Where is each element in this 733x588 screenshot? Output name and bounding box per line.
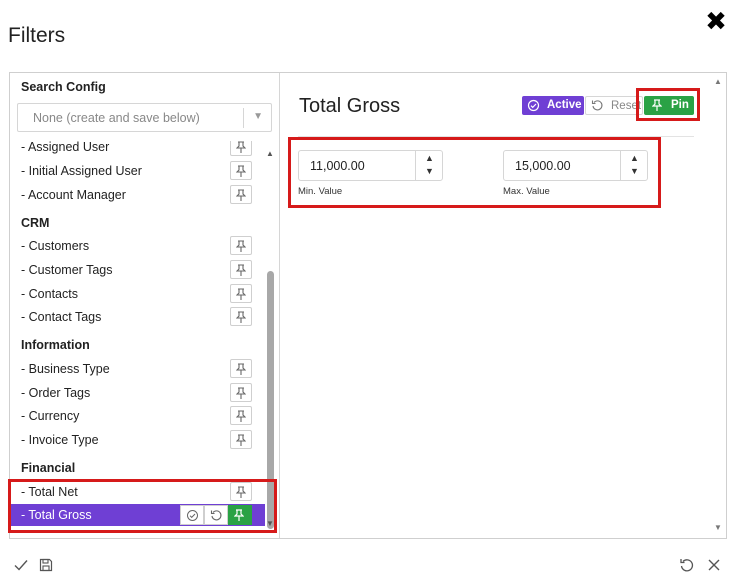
scroll-down-icon[interactable]: ▼ — [714, 523, 722, 532]
reset-filter-button[interactable]: Reset — [585, 96, 643, 115]
pin-icon — [236, 165, 246, 177]
highlight-range-inputs — [288, 137, 661, 208]
pin-button[interactable] — [230, 359, 252, 378]
pin-icon — [236, 240, 246, 252]
pin-button[interactable] — [230, 383, 252, 402]
list-item[interactable]: - Assigned User — [10, 141, 265, 158]
pin-icon — [236, 387, 246, 399]
active-status-button[interactable]: Active — [522, 96, 584, 115]
highlight-pin-button — [636, 88, 700, 121]
pin-button[interactable] — [230, 236, 252, 255]
search-config-value: None (create and save below) — [33, 111, 200, 125]
highlight-financial-rows — [8, 479, 277, 533]
list-item-label: - Customers — [21, 239, 90, 253]
list-item-label: - Contact Tags — [21, 310, 102, 324]
pin-icon — [236, 189, 246, 201]
list-item[interactable]: - Account Manager — [10, 184, 265, 206]
pin-button[interactable] — [230, 161, 252, 180]
filter-list: - Assigned User - Initial Assigned User … — [10, 141, 265, 532]
select-separator — [243, 108, 244, 128]
dialog-title: Filters — [8, 24, 66, 47]
list-item[interactable]: - Invoice Type — [10, 429, 265, 451]
active-label: Active — [547, 99, 582, 111]
pin-button[interactable] — [230, 141, 252, 156]
close-icon: ✖ — [705, 6, 727, 36]
list-item[interactable]: - Contacts — [10, 283, 265, 305]
list-scrollbar[interactable]: ▲ ▼ — [266, 141, 276, 532]
list-item-label: - Currency — [21, 409, 80, 423]
list-item[interactable]: - Order Tags — [10, 382, 265, 404]
close-icon — [708, 559, 720, 571]
pin-icon — [236, 288, 246, 300]
pin-button[interactable] — [230, 284, 252, 303]
pin-icon — [236, 410, 246, 422]
pin-button[interactable] — [230, 430, 252, 449]
pin-icon — [236, 363, 246, 375]
list-item-label: - Invoice Type — [21, 433, 99, 447]
check-circle-icon — [527, 99, 540, 112]
panel-divider — [279, 73, 280, 538]
list-item-label: - Contacts — [21, 287, 78, 301]
list-item[interactable]: - Customers — [10, 235, 265, 257]
pin-button[interactable] — [230, 185, 252, 204]
undo-icon — [680, 559, 694, 572]
list-item[interactable]: - Customer Tags — [10, 259, 265, 281]
list-item-label: - Initial Assigned User — [21, 164, 142, 178]
list-item[interactable]: - Contact Tags — [10, 306, 265, 328]
chevron-down-icon: ▼ — [253, 111, 263, 122]
section-heading-information: Information — [21, 338, 90, 352]
search-config-select[interactable]: None (create and save below) ▼ — [17, 103, 272, 132]
pin-icon — [236, 264, 246, 276]
section-heading-crm: CRM — [21, 216, 50, 230]
list-item[interactable]: - Initial Assigned User — [10, 160, 265, 182]
checkmark-icon — [14, 560, 28, 571]
save-config-button[interactable] — [38, 557, 56, 575]
list-item-label: - Account Manager — [21, 188, 126, 202]
list-item[interactable]: - Currency — [10, 405, 265, 427]
pin-icon — [236, 141, 246, 153]
undo-button[interactable] — [679, 557, 697, 575]
close-dialog-button[interactable]: ✖ — [704, 8, 728, 34]
filter-detail-title: Total Gross — [299, 95, 401, 117]
list-item-label: - Customer Tags — [21, 263, 113, 277]
section-heading-financial: Financial — [21, 461, 76, 475]
list-item-label: - Assigned User — [21, 141, 110, 154]
pin-icon — [236, 434, 246, 446]
save-icon — [39, 558, 53, 572]
list-item[interactable]: - Business Type — [10, 358, 265, 380]
search-config-label: Search Config — [21, 80, 106, 94]
cancel-button[interactable] — [706, 557, 724, 575]
pin-button[interactable] — [230, 406, 252, 425]
pin-icon — [236, 311, 246, 323]
reset-icon — [591, 100, 603, 111]
list-item-label: - Business Type — [21, 362, 110, 376]
apply-button[interactable] — [13, 557, 31, 575]
scroll-up-icon[interactable]: ▲ — [714, 77, 722, 86]
pin-button[interactable] — [230, 307, 252, 326]
pin-button[interactable] — [230, 260, 252, 279]
list-item-label: - Order Tags — [21, 386, 91, 400]
scroll-up-icon[interactable]: ▲ — [266, 149, 274, 158]
